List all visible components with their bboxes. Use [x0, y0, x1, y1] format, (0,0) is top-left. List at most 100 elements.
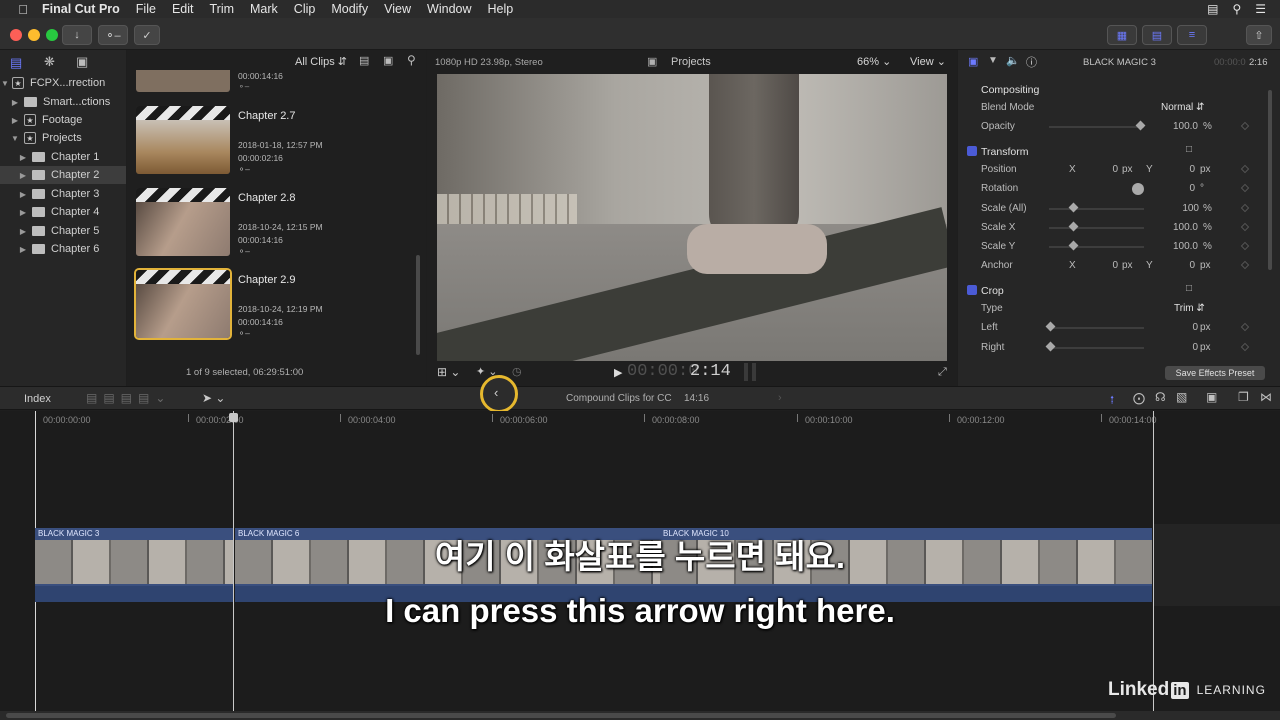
sidebar-item-footage[interactable]: ▶ ★ Footage — [0, 111, 126, 129]
crop-right-slider-knob[interactable] — [1045, 341, 1056, 352]
sidebar-item-projects[interactable]: ▼ ★ Projects — [0, 129, 126, 147]
clip-item-chapter-2-8[interactable]: Chapter 2.8 2018-10-24, 12:15 PM 00:00:1… — [136, 188, 416, 260]
minimize-window-button[interactable] — [28, 29, 40, 41]
speed-icon[interactable]: ◷ — [512, 365, 522, 378]
crop-left-slider-knob[interactable] — [1045, 321, 1056, 332]
browser-scrollbar[interactable] — [416, 255, 420, 355]
anchor-x-value[interactable]: 0 — [1107, 260, 1118, 271]
keyframe-icon[interactable] — [1240, 164, 1250, 174]
back-arrow-highlight[interactable]: ‹ — [480, 375, 518, 413]
menu-edit[interactable]: Edit — [164, 2, 202, 16]
clip-thumbnail[interactable] — [136, 106, 230, 174]
filmstrip-icon[interactable]: ▣ — [383, 54, 393, 67]
view-menu[interactable]: View ⌄ — [910, 55, 946, 68]
rotation-dial[interactable] — [1132, 183, 1144, 195]
video-inspector-icon[interactable]: ▣ — [968, 55, 978, 68]
disclosure-closed-icon[interactable]: ▶ — [18, 208, 28, 217]
list-icon[interactable]: ☰ — [1255, 2, 1266, 16]
menu-trim[interactable]: Trim — [201, 2, 242, 16]
sidebar-item-chapter-4[interactable]: ▶ Chapter 4 — [0, 203, 126, 221]
clip-item-chapter-2-9[interactable]: Chapter 2.9 2018-10-24, 12:19 PM 00:00:1… — [134, 268, 416, 342]
disclosure-closed-icon[interactable]: ▶ — [18, 171, 28, 180]
keyframe-icon[interactable] — [1240, 203, 1250, 213]
keyframe-icon[interactable] — [1240, 322, 1250, 332]
search-icon[interactable]: ⚲ — [1232, 2, 1241, 16]
transform-checkbox[interactable] — [967, 146, 977, 156]
photos-icon[interactable]: ❋ — [44, 54, 55, 70]
clip-item-chapter-2-7[interactable]: Chapter 2.7 2018-01-18, 12:57 PM 00:00:0… — [136, 106, 416, 178]
search-icon[interactable]: ⚲ — [407, 53, 416, 67]
fullscreen-icon[interactable]: ⤢ — [938, 366, 947, 379]
video-frame[interactable] — [437, 74, 947, 361]
keyframe-icon[interactable] — [1240, 121, 1250, 131]
anchor-y-value[interactable]: 0 — [1184, 260, 1195, 271]
snapping-icon[interactable]: ▧ — [1176, 390, 1187, 404]
clip-appearance-icon[interactable]: ▣ — [1206, 390, 1217, 404]
clip-thumbnail[interactable] — [136, 70, 230, 92]
sidebar-item-chapter-5[interactable]: ▶ Chapter 5 — [0, 222, 126, 240]
keyframe-icon[interactable] — [1240, 342, 1250, 352]
crop-icon[interactable]: ⊞ ⌄ — [437, 365, 460, 379]
menu-file[interactable]: File — [128, 2, 164, 16]
apple-icon[interactable]:  — [10, 2, 36, 17]
filter-icon[interactable]: ▼ — [988, 55, 998, 66]
info-icon[interactable]: ⓘ — [1026, 54, 1037, 70]
position-y-value[interactable]: 0 — [1184, 164, 1195, 175]
opacity-slider[interactable] — [1049, 126, 1144, 128]
library-row[interactable]: ▼ ★ FCPX...rrection — [0, 74, 126, 92]
scale-y-slider-knob[interactable] — [1068, 240, 1079, 251]
keyframe-icon[interactable] — [1240, 241, 1250, 251]
transitions-icon[interactable]: ⋈ — [1260, 390, 1272, 404]
timeline-toggle-button[interactable]: ▤ — [1142, 25, 1172, 45]
import-button[interactable]: ↓ — [62, 25, 92, 45]
disclosure-closed-icon[interactable]: ▶ — [18, 227, 28, 236]
share-button[interactable]: ⇧ — [1246, 25, 1272, 45]
keyframe-icon[interactable] — [1240, 183, 1250, 193]
playhead-handle[interactable] — [229, 413, 238, 422]
disclosure-closed-icon[interactable]: ▶ — [10, 98, 20, 107]
keywords-button[interactable]: ⚬– — [98, 25, 128, 45]
screen-icon[interactable]: ▤ — [1207, 2, 1218, 16]
index-button[interactable]: Index — [24, 393, 51, 405]
keyframe-icon[interactable] — [1240, 222, 1250, 232]
sidebar-item-smart-collections[interactable]: ▶ Smart...ctions — [0, 93, 126, 111]
zoom-window-button[interactable] — [46, 29, 58, 41]
menu-modify[interactable]: Modify — [323, 2, 376, 16]
timeline-scrollbar[interactable] — [0, 711, 1280, 720]
titles-icon[interactable]: ▣ — [76, 54, 88, 70]
background-tasks-button[interactable]: ✓ — [134, 25, 160, 45]
position-x-value[interactable]: 0 — [1107, 164, 1118, 175]
audio-skimming-icon[interactable]: ⨀ — [1133, 391, 1145, 405]
solo-icon[interactable]: ☊ — [1155, 390, 1166, 404]
keyframe-icon[interactable] — [1240, 260, 1250, 270]
sidebar-item-chapter-3[interactable]: ▶ Chapter 3 — [0, 185, 126, 203]
skimming-icon[interactable]: ⭫ — [1110, 391, 1114, 412]
menu-help[interactable]: Help — [480, 2, 522, 16]
zoom-menu[interactable]: 66% ⌄ — [857, 55, 891, 68]
inspector-toggle-button[interactable]: ≡ — [1177, 25, 1207, 45]
crop-checkbox[interactable] — [967, 285, 977, 295]
all-clips-filter[interactable]: All Clips ⇵ — [295, 55, 347, 68]
effects-browser-icon[interactable]: ❐ — [1238, 390, 1249, 404]
libraries-toggle-button[interactable]: ▦ — [1107, 25, 1137, 45]
play-button[interactable]: ▶ — [614, 366, 622, 379]
crop-right-slider[interactable] — [1049, 347, 1144, 349]
blend-mode-select[interactable]: Normal ⇵ — [1161, 102, 1204, 113]
close-window-button[interactable] — [10, 29, 22, 41]
inspector-scrollbar[interactable] — [1268, 90, 1272, 270]
disclosure-closed-icon[interactable]: ▶ — [18, 153, 28, 162]
menu-clip[interactable]: Clip — [286, 2, 324, 16]
sidebar-item-chapter-6[interactable]: ▶ Chapter 6 — [0, 240, 126, 258]
scale-y-slider[interactable] — [1049, 246, 1144, 248]
disclosure-open-icon[interactable]: ▼ — [0, 79, 10, 88]
forward-arrow-icon[interactable]: › — [778, 392, 782, 404]
sidebar-item-chapter-2[interactable]: ▶ Chapter 2 — [0, 166, 126, 184]
menu-view[interactable]: View — [376, 2, 419, 16]
timeline-scroll-thumb[interactable] — [6, 713, 1116, 718]
crop-left-slider[interactable] — [1049, 327, 1144, 329]
audio-icon[interactable]: 🔈 — [1006, 54, 1020, 67]
sidebar-item-chapter-1[interactable]: ▶ Chapter 1 — [0, 148, 126, 166]
scale-x-slider[interactable] — [1049, 227, 1144, 229]
libraries-icon[interactable]: ▤ — [10, 55, 22, 71]
transform-onscreen-icon[interactable]: □ — [1186, 144, 1192, 155]
